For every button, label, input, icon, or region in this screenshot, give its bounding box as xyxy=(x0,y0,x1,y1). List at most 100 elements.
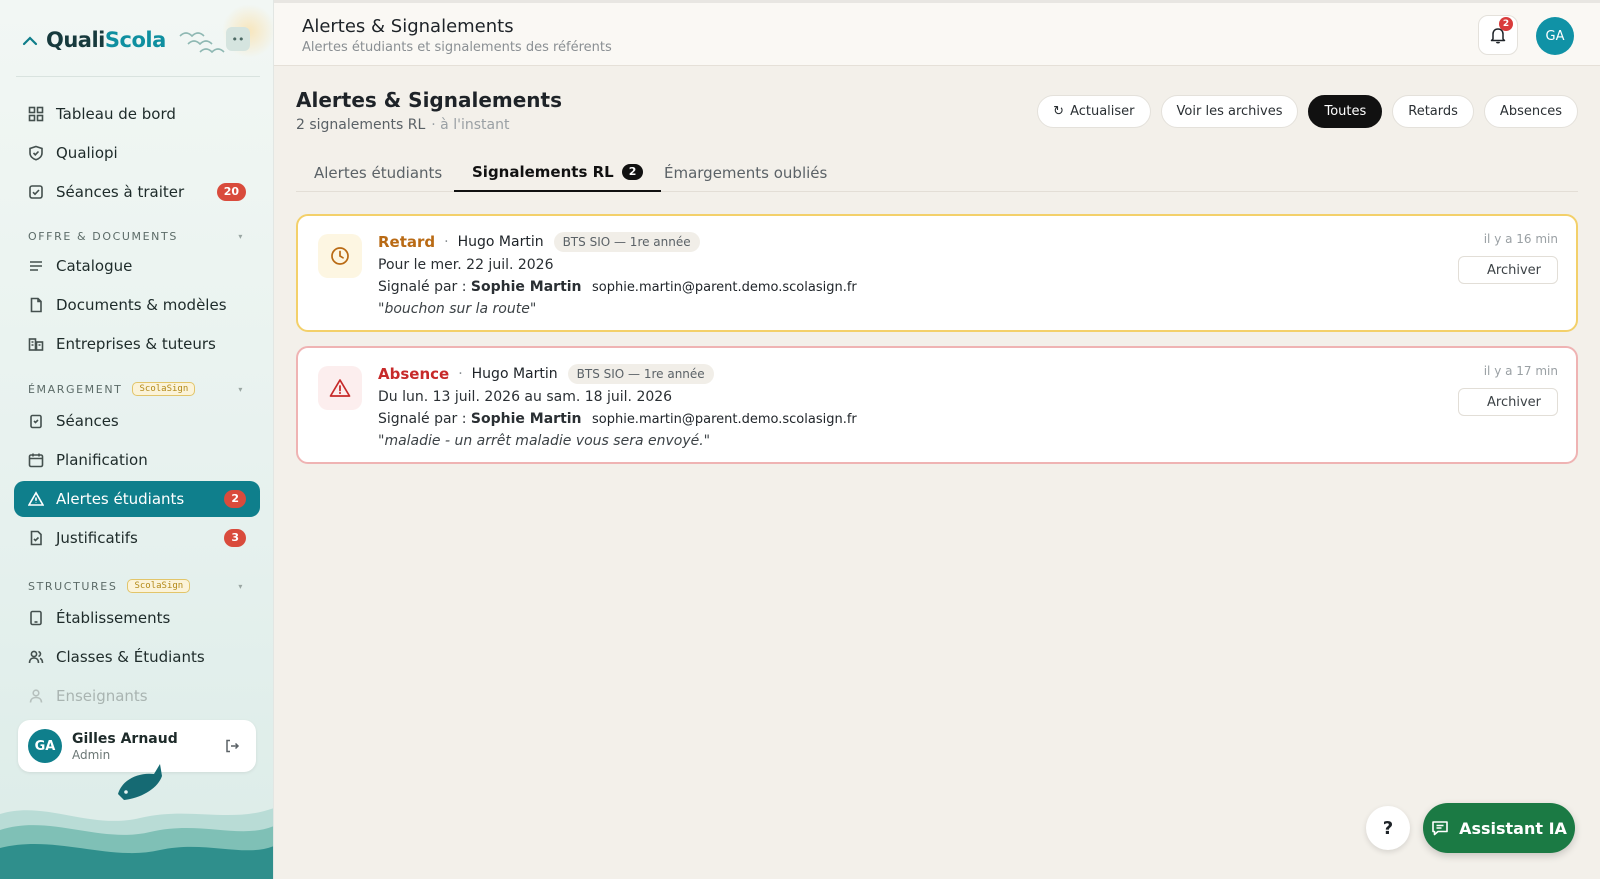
sidebar-collapse-button[interactable]: •• xyxy=(226,27,250,51)
caret-down-icon: ▾ xyxy=(238,581,244,591)
section-structures[interactable]: STRUCTURES ScolaSign ▾ xyxy=(28,577,250,595)
building-icon xyxy=(28,336,56,352)
clock-icon xyxy=(318,234,362,278)
filter-absences-button[interactable]: Absences xyxy=(1483,95,1578,128)
sidebar-item-label: Catalogue xyxy=(56,257,133,275)
report-card: Retard · Hugo Martin BTS SIO — 1re année… xyxy=(296,214,1578,332)
chat-icon xyxy=(1432,821,1448,836)
tab-emargements-oublies[interactable]: Émargements oubliés xyxy=(646,154,845,192)
header-subtitle: Alertes étudiants et signalements des ré… xyxy=(302,40,612,55)
section-label: ÉMARGEMENT xyxy=(28,382,123,396)
sidebar-item-catalogue[interactable]: Catalogue xyxy=(14,248,260,284)
sidebar-item-label: Tableau de bord xyxy=(56,105,176,123)
sidebar-item-label: Classes & Étudiants xyxy=(56,648,205,666)
caret-down-icon: ▾ xyxy=(238,384,244,394)
student-name: Hugo Martin xyxy=(471,366,558,382)
sidebar-item-seances-a-traiter[interactable]: Séances à traiter 20 xyxy=(14,174,260,210)
refresh-label: Actualiser xyxy=(1070,104,1135,119)
sidebar-item-label: Qualiopi xyxy=(56,144,118,162)
page-subtitle: 2 signalements RL · à l'instant xyxy=(296,117,509,133)
brand-name: QualiScola xyxy=(46,28,166,52)
sidebar-item-dashboard[interactable]: Tableau de bord xyxy=(14,96,260,132)
shield-icon xyxy=(28,145,56,161)
assistant-ia-button[interactable]: Assistant IA xyxy=(1423,803,1575,853)
class-badge: BTS SIO — 1re année xyxy=(553,232,700,252)
file-check-icon xyxy=(28,530,56,546)
brand-logo[interactable]: QualiScola xyxy=(22,24,166,56)
reported-by-label: Signalé par : xyxy=(378,411,467,427)
sidebar-item-label: Séances xyxy=(56,412,119,430)
sidebar-item-entreprises[interactable]: Entreprises & tuteurs xyxy=(14,326,260,362)
reporter-line: Signalé par : Sophie Martin sophie.marti… xyxy=(378,279,857,295)
help-button[interactable]: ? xyxy=(1366,806,1410,850)
archive-button[interactable]: Archiver xyxy=(1458,388,1558,416)
report-time: il y a 16 min xyxy=(1483,232,1558,246)
refresh-icon: ↻ xyxy=(1053,104,1065,119)
sidebar-item-seances[interactable]: Séances xyxy=(14,403,260,439)
clipboard-icon xyxy=(28,413,56,429)
caret-down-icon: ▾ xyxy=(238,231,244,241)
report-type: Absence xyxy=(378,365,450,383)
sidebar-item-documents[interactable]: Documents & modèles xyxy=(14,287,260,323)
fish-illustration-icon xyxy=(118,764,162,800)
report-period: Du lun. 13 juil. 2026 au sam. 18 juil. 2… xyxy=(378,389,673,405)
reporter-email: sophie.martin@parent.demo.scolasign.fr xyxy=(591,280,857,295)
refresh-button[interactable]: ↻ Actualiser xyxy=(1037,95,1151,128)
grid-icon xyxy=(28,106,56,122)
sidebar-item-label: Établissements xyxy=(56,609,171,627)
notifications-button[interactable]: 2 xyxy=(1478,15,1518,55)
report-time: il y a 17 min xyxy=(1483,364,1558,378)
report-comment: "maladie - un arrêt maladie vous sera en… xyxy=(378,433,711,449)
report-comment: "bouchon sur la route" xyxy=(378,301,537,317)
filter-late-button[interactable]: Retards xyxy=(1392,95,1474,128)
scolasign-tag: ScolaSign xyxy=(127,579,191,593)
sidebar-item-planification[interactable]: Planification xyxy=(14,442,260,478)
notification-badge: 2 xyxy=(1499,17,1513,31)
users-icon xyxy=(28,649,56,665)
section-emargement[interactable]: ÉMARGEMENT ScolaSign ▾ xyxy=(28,380,250,398)
calendar-icon xyxy=(28,452,56,468)
reporter-line: Signalé par : Sophie Martin sophie.marti… xyxy=(378,411,857,427)
filter-all-button[interactable]: Toutes xyxy=(1308,95,1383,128)
profile-avatar[interactable]: GA xyxy=(1536,17,1574,55)
user-icon xyxy=(28,688,56,704)
reporter-name: Sophie Martin xyxy=(470,279,582,295)
student-name: Hugo Martin xyxy=(457,234,544,250)
archive-button[interactable]: Archiver xyxy=(1458,256,1558,284)
filter-actions: ↻ Actualiser Voir les archives Toutes Re… xyxy=(1037,95,1578,128)
tablet-icon xyxy=(28,610,56,626)
sidebar-item-classes-etudiants[interactable]: Classes & Étudiants xyxy=(14,639,260,675)
reported-by-label: Signalé par : xyxy=(378,279,467,295)
separator: · xyxy=(444,234,449,250)
checkbox-icon xyxy=(28,184,56,200)
sidebar-item-alertes-etudiants[interactable]: Alertes étudiants 2 xyxy=(14,481,260,517)
sidebar-item-label: Justificatifs xyxy=(56,529,138,547)
warning-icon xyxy=(28,491,56,507)
view-archives-button[interactable]: Voir les archives xyxy=(1160,95,1299,128)
updated-time: · à l'instant xyxy=(431,117,510,133)
sidebar-item-label: Alertes étudiants xyxy=(56,490,185,508)
sidebar: QualiScola •• Tableau de bord Qualiopi S… xyxy=(0,0,274,879)
section-label: STRUCTURES xyxy=(28,579,118,593)
tab-signalements-rl[interactable]: Signalements RL 2 xyxy=(454,154,662,192)
tab-count-badge: 2 xyxy=(621,164,644,180)
reporter-name: Sophie Martin xyxy=(470,411,582,427)
report-type: Retard xyxy=(378,233,436,251)
separator: · xyxy=(458,366,463,382)
reporter-email: sophie.martin@parent.demo.scolasign.fr xyxy=(591,412,857,427)
sidebar-item-enseignants[interactable]: Enseignants xyxy=(14,678,260,714)
assistant-label: Assistant IA xyxy=(1459,818,1567,838)
divider xyxy=(16,76,260,77)
list-icon xyxy=(28,258,56,274)
logout-icon[interactable] xyxy=(224,738,240,754)
section-offre-documents[interactable]: OFFRE & DOCUMENTS ▾ xyxy=(28,227,250,245)
sidebar-item-label: Planification xyxy=(56,451,148,469)
count-badge: 3 xyxy=(224,529,246,547)
sidebar-item-label: Enseignants xyxy=(56,687,148,705)
sidebar-item-justificatifs[interactable]: Justificatifs 3 xyxy=(14,520,260,556)
report-count: 2 signalements RL xyxy=(296,117,426,133)
sidebar-item-etablissements[interactable]: Établissements xyxy=(14,600,260,636)
tab-alertes-etudiants[interactable]: Alertes étudiants xyxy=(296,154,460,192)
sidebar-item-qualiopi[interactable]: Qualiopi xyxy=(14,135,260,171)
report-card: Absence · Hugo Martin BTS SIO — 1re anné… xyxy=(296,346,1578,464)
